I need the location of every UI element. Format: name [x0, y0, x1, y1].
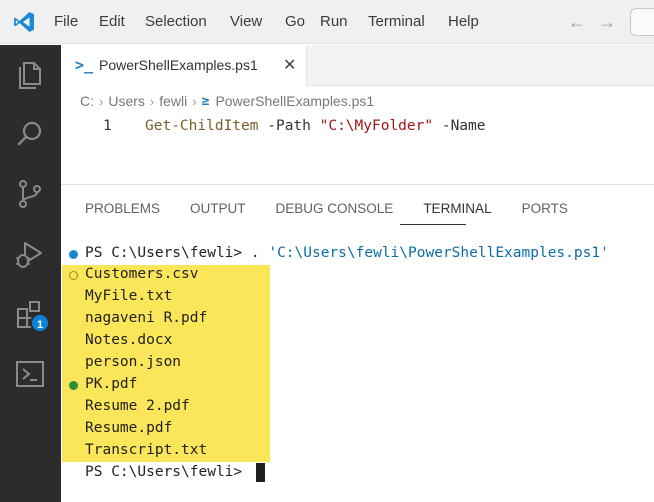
- command-decoration-icon[interactable]: [69, 250, 78, 259]
- close-icon[interactable]: ✕: [283, 55, 296, 75]
- powershell-file-icon: ≥: [201, 93, 210, 109]
- powershell-file-icon: >_: [75, 56, 94, 74]
- breadcrumb-separator: ›: [149, 93, 155, 109]
- terminal-output-line: MyFile.txt: [85, 288, 173, 304]
- menu-view[interactable]: View: [230, 13, 285, 30]
- terminal-output-line: Notes.docx: [85, 332, 173, 348]
- terminal-command-prefix: .: [250, 245, 269, 261]
- menu-bar: File Edit Selection View Go Run Terminal…: [54, 13, 488, 30]
- menu-help[interactable]: Help: [448, 13, 488, 30]
- terminal-output-line: Resume 2.pdf: [85, 398, 190, 414]
- activity-bar: 1: [0, 45, 61, 502]
- tab-ports[interactable]: PORTS: [522, 201, 568, 216]
- back-arrow-icon[interactable]: ←: [562, 11, 592, 33]
- navigation-arrows: ← →: [562, 11, 622, 33]
- run-debug-icon[interactable]: [13, 237, 47, 271]
- forward-arrow-icon[interactable]: →: [592, 11, 622, 33]
- tab-terminal[interactable]: TERMINAL: [423, 201, 491, 216]
- menu-go[interactable]: Go: [285, 13, 320, 30]
- code-param-name: -Name: [433, 118, 486, 134]
- terminal-output-line: Customers.csv: [85, 266, 199, 282]
- vscode-logo-icon[interactable]: [12, 10, 36, 34]
- command-center[interactable]: [630, 8, 654, 36]
- menu-terminal[interactable]: Terminal: [368, 13, 448, 30]
- search-icon[interactable]: [13, 117, 47, 151]
- breadcrumb-users[interactable]: Users: [108, 93, 145, 109]
- tab-problems[interactable]: PROBLEMS: [85, 201, 160, 216]
- command-decoration-icon[interactable]: [69, 271, 78, 280]
- breadcrumb-file[interactable]: PowerShellExamples.ps1: [215, 93, 374, 109]
- menu-file[interactable]: File: [54, 13, 99, 30]
- code-text[interactable]: Get-ChildItem -Path "C:\MyFolder" -Name: [145, 118, 486, 134]
- code-string: "C:\MyFolder": [319, 118, 434, 134]
- terminal-output-line: PK.pdf: [85, 376, 138, 392]
- terminal-panel-icon[interactable]: [13, 357, 47, 391]
- editor-tab-bar: >_ PowerShellExamples.ps1 ✕: [61, 45, 654, 86]
- breadcrumb-separator: ›: [99, 93, 104, 109]
- terminal-prompt: PS C:\Users\fewli>: [85, 245, 251, 261]
- code-cmdlet: Get-ChildItem: [145, 118, 259, 134]
- tab-label: PowerShellExamples.ps1: [99, 57, 258, 73]
- terminal-final-prompt[interactable]: PS C:\Users\fewli>: [85, 464, 251, 480]
- line-number: 1: [103, 118, 112, 134]
- explorer-files-icon[interactable]: [13, 57, 47, 91]
- breadcrumb-drive[interactable]: C:: [80, 93, 94, 109]
- active-tab-indicator: [400, 224, 466, 225]
- terminal-command-path: 'C:\Users\fewli\PowerShellExamples.ps1': [268, 245, 609, 261]
- menu-edit[interactable]: Edit: [99, 13, 145, 30]
- command-decoration-icon[interactable]: [69, 381, 78, 390]
- terminal-output-line: Transcript.txt: [85, 442, 208, 458]
- tab-debug-console[interactable]: DEBUG CONSOLE: [276, 201, 394, 216]
- tab-output[interactable]: OUTPUT: [190, 201, 246, 216]
- tab-powershell-examples[interactable]: >_ PowerShellExamples.ps1 ✕: [61, 45, 307, 86]
- terminal-command-line[interactable]: PS C:\Users\fewli> . 'C:\Users\fewli\Pow…: [85, 245, 609, 261]
- title-bar: File Edit Selection View Go Run Terminal…: [0, 0, 654, 44]
- terminal-cursor: [256, 463, 265, 482]
- breadcrumb: C: › Users › fewli › ≥ PowerShellExample…: [80, 93, 374, 109]
- breadcrumb-separator: ›: [192, 93, 197, 109]
- breadcrumb-user[interactable]: fewli: [159, 93, 187, 109]
- panel-tabs: PROBLEMS OUTPUT DEBUG CONSOLE TERMINAL P…: [85, 201, 598, 216]
- terminal-output-line: nagaveni R.pdf: [85, 310, 208, 326]
- menu-selection[interactable]: Selection: [145, 13, 230, 30]
- editor-line[interactable]: 1 Get-ChildItem -Path "C:\MyFolder" -Nam…: [61, 115, 654, 137]
- terminal-output-line: person.json: [85, 354, 182, 370]
- source-control-icon[interactable]: [13, 177, 47, 211]
- menu-run[interactable]: Run: [320, 13, 368, 30]
- terminal-output-line: Resume.pdf: [85, 420, 173, 436]
- code-param-path: -Path: [258, 118, 320, 134]
- extensions-badge: 1: [30, 313, 50, 333]
